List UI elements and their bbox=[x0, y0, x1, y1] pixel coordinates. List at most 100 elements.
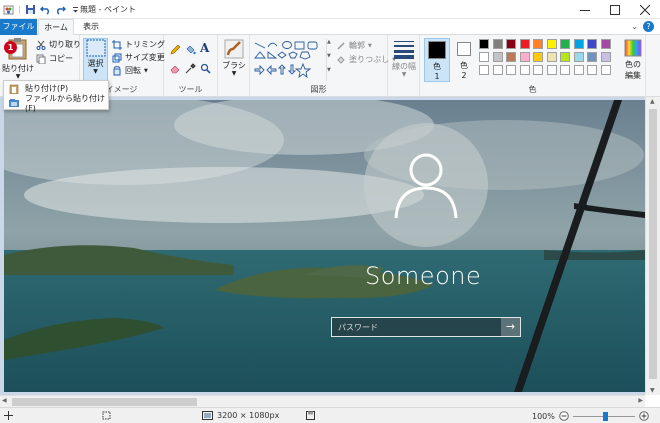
select-button[interactable]: 選択 ▼ bbox=[83, 38, 108, 82]
palette-swatch[interactable] bbox=[479, 39, 489, 49]
palette-swatch[interactable] bbox=[560, 65, 570, 75]
eraser-icon[interactable] bbox=[170, 63, 181, 74]
cursor-position bbox=[4, 411, 13, 420]
palette-swatch[interactable] bbox=[560, 52, 570, 62]
canvas-image[interactable]: Someone パスワード → bbox=[4, 100, 645, 392]
brush-group: ブラシ ▼ bbox=[218, 35, 250, 97]
vertical-scrollbar[interactable]: ▲ ▼ bbox=[645, 97, 660, 395]
maximize-button[interactable] bbox=[600, 0, 630, 19]
zoom-slider[interactable] bbox=[572, 411, 635, 421]
colors-group-label: 色 bbox=[528, 85, 537, 94]
rainbow-palette-icon bbox=[624, 39, 642, 57]
shapes-group: ▲ ▼ ▼ 輪郭 ▼ 塗りつぶし ▼ 図形 bbox=[250, 35, 396, 97]
menu-item-paste-from-file-label: ファイルから貼り付け(F) bbox=[25, 93, 105, 113]
undo-icon[interactable] bbox=[39, 4, 51, 15]
resize-button[interactable]: サイズ変更 bbox=[112, 52, 165, 63]
palette-swatch[interactable] bbox=[519, 65, 530, 75]
minimize-button[interactable] bbox=[570, 0, 600, 19]
size-button[interactable]: 線の幅 ▼ bbox=[390, 39, 418, 78]
magnifier-icon[interactable] bbox=[200, 63, 211, 74]
shapes-group-label: 図形 bbox=[310, 85, 327, 94]
palette-swatch[interactable] bbox=[506, 65, 516, 75]
shapes-gallery[interactable] bbox=[254, 40, 326, 80]
fill-icon bbox=[337, 55, 345, 64]
palette-swatch[interactable] bbox=[546, 65, 557, 75]
palette-swatch[interactable] bbox=[492, 52, 503, 62]
copy-label: コピー bbox=[49, 54, 73, 63]
zoom-in-icon[interactable] bbox=[639, 411, 649, 421]
palette-swatch[interactable] bbox=[519, 39, 530, 49]
shapes-scrollbar[interactable]: ▲ ▼ ▼ bbox=[326, 39, 332, 81]
redo-icon[interactable] bbox=[55, 4, 66, 15]
edit-colors-label-2: 編集 bbox=[625, 71, 641, 80]
rotate-icon bbox=[113, 65, 121, 75]
text-tool-icon[interactable]: A bbox=[200, 41, 209, 55]
fill-bucket-icon[interactable] bbox=[185, 44, 196, 55]
qat-separator: | bbox=[18, 5, 21, 14]
rotate-button[interactable]: 回転 ▼ bbox=[112, 65, 148, 76]
scroll-down-icon[interactable]: ▼ bbox=[650, 387, 655, 394]
window-controls bbox=[570, 0, 660, 19]
color2-button[interactable]: 色 2 bbox=[453, 38, 475, 82]
cut-button[interactable]: 切り取り bbox=[36, 39, 81, 50]
outline-button[interactable]: 輪郭 ▼ bbox=[336, 40, 372, 51]
palette-swatch[interactable] bbox=[573, 65, 584, 75]
scroll-left-icon[interactable]: ◀ bbox=[2, 397, 7, 404]
zoom-level: 100% bbox=[532, 411, 555, 421]
palette-swatch[interactable] bbox=[573, 39, 584, 49]
menu-item-paste-from-file[interactable]: ファイルから貼り付け(F) bbox=[4, 94, 108, 113]
palette-swatch[interactable] bbox=[546, 52, 557, 62]
palette-swatch[interactable] bbox=[533, 39, 543, 49]
pencil-icon[interactable] bbox=[170, 44, 181, 55]
color-picker-icon[interactable] bbox=[185, 63, 196, 74]
close-button[interactable] bbox=[630, 0, 660, 19]
palette-swatch[interactable] bbox=[492, 39, 503, 49]
fill-button[interactable]: 塗りつぶし ▼ bbox=[336, 54, 396, 65]
palette-swatch[interactable] bbox=[533, 52, 543, 62]
brush-button[interactable]: ブラシ ▼ bbox=[221, 39, 247, 77]
outline-icon bbox=[337, 41, 345, 50]
palette-swatch[interactable] bbox=[587, 65, 597, 75]
palette-swatch[interactable] bbox=[479, 65, 489, 75]
palette-swatch[interactable] bbox=[600, 39, 611, 49]
palette-swatch[interactable] bbox=[573, 52, 584, 62]
horizontal-scroll-thumb[interactable] bbox=[12, 398, 197, 406]
tab-home[interactable]: ホーム bbox=[38, 19, 74, 36]
save-icon[interactable] bbox=[25, 4, 36, 15]
palette-swatch[interactable] bbox=[560, 39, 570, 49]
palette-swatch[interactable] bbox=[533, 65, 543, 75]
zoom-slider-thumb[interactable] bbox=[602, 411, 608, 421]
scroll-up-icon[interactable]: ▲ bbox=[327, 39, 331, 45]
scroll-down-icon[interactable]: ▼ bbox=[327, 53, 331, 59]
resize-label: サイズ変更 bbox=[125, 53, 165, 62]
palette-swatch[interactable] bbox=[546, 39, 557, 49]
crop-button[interactable]: トリミング bbox=[112, 39, 165, 50]
expand-gallery-icon[interactable]: ▼ bbox=[327, 67, 331, 73]
scroll-right-icon[interactable]: ▶ bbox=[638, 397, 643, 404]
tab-view[interactable]: 表示 bbox=[76, 19, 106, 35]
edit-colors-button[interactable]: 色の 編集 bbox=[622, 39, 644, 81]
palette-swatch[interactable] bbox=[519, 52, 530, 62]
copy-button[interactable]: コピー bbox=[36, 53, 73, 64]
palette-swatch[interactable] bbox=[506, 39, 516, 49]
palette-swatch[interactable] bbox=[587, 52, 597, 62]
palette-swatch[interactable] bbox=[479, 52, 489, 62]
lock-screen-photo bbox=[4, 100, 645, 392]
zoom-out-icon[interactable] bbox=[559, 411, 569, 421]
palette-swatch[interactable] bbox=[587, 39, 597, 49]
canvas-area[interactable]: Someone パスワード → bbox=[0, 97, 660, 395]
file-size bbox=[306, 411, 315, 420]
ribbon-collapse-icon[interactable]: ⌄ bbox=[631, 22, 638, 31]
tools-group-label: ツール bbox=[178, 85, 203, 94]
vertical-scroll-thumb[interactable] bbox=[649, 109, 657, 379]
help-button[interactable]: ? bbox=[643, 21, 654, 32]
palette-swatch[interactable] bbox=[600, 65, 611, 75]
palette-swatch[interactable] bbox=[492, 65, 503, 75]
palette-swatch[interactable] bbox=[600, 52, 611, 62]
horizontal-scrollbar[interactable]: ◀ ▶ bbox=[0, 395, 645, 407]
tab-file[interactable]: ファイル bbox=[0, 19, 37, 35]
palette-swatch[interactable] bbox=[506, 52, 516, 62]
scroll-up-icon[interactable]: ▲ bbox=[650, 98, 655, 105]
color1-button[interactable]: 色 1 bbox=[424, 38, 450, 82]
outline-label: 輪郭 bbox=[349, 41, 365, 50]
